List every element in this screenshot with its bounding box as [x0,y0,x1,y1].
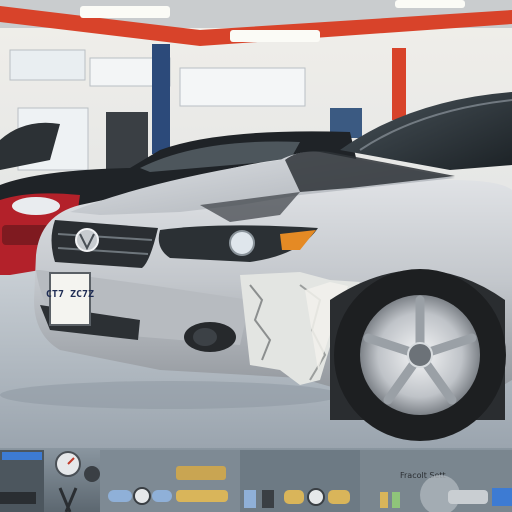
panel-key [380,492,388,508]
panel-key [392,492,400,508]
button-icon [307,488,325,506]
blue-pillar [152,44,170,154]
panel-bar [176,466,226,480]
front-grille [51,220,158,268]
floor-reflection [0,381,340,409]
red-car-headlight [12,197,60,215]
wheel-hub [407,342,433,368]
toggle-icon [152,490,172,502]
equipment-panel-slot [0,492,36,504]
slider-icon [176,490,228,502]
toggle-icon [328,490,350,504]
button-icon [133,487,151,505]
panel-key [262,490,274,508]
ceiling-light [230,30,320,42]
ceiling-light [80,6,170,18]
fog-light-inner [193,328,217,346]
panel-key [244,490,256,508]
panel-bar [448,490,488,504]
ceiling-light [395,0,465,8]
photo-canvas: CT7 ZC7Z Fracolt Sett [0,0,512,512]
color-indicator [2,452,42,460]
window [9,49,86,81]
toggle-icon [284,490,304,504]
garage-photo: CT7 ZC7Z Fracolt Sett [0,0,512,512]
toggle-icon [108,490,132,502]
panel-key [492,488,512,506]
red-pillar [392,48,406,120]
window [179,67,306,107]
license-plate-text: CT7 ZC7Z [46,289,94,300]
control-panel [100,450,240,512]
knob-icon [84,466,100,482]
headlight-lens [229,230,255,256]
